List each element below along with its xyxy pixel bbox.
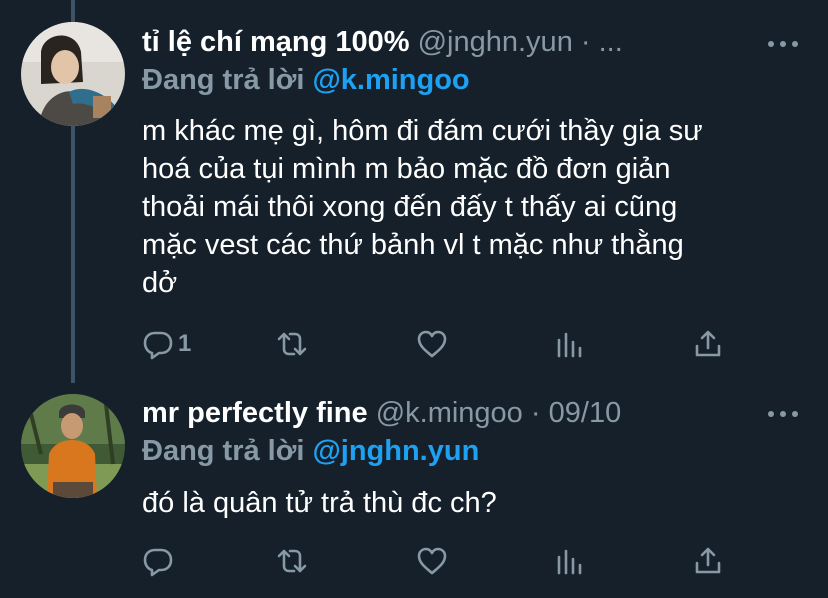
replying-to-label: Đang trả lời: [142, 435, 305, 467]
analytics-icon: [557, 332, 582, 358]
reply-count: 1: [178, 330, 192, 357]
tweet-text-line: hoá của tụi mình m bảo mặc đồ đơn giản: [142, 153, 671, 185]
separator-dot: ·: [580, 26, 591, 58]
more-options-icon[interactable]: [768, 404, 798, 424]
reply-button[interactable]: [142, 541, 178, 581]
tweet-text-line: mặc vest các thứ bảnh vl t mặc như thằng: [142, 229, 684, 261]
tweet-text: m khác mẹ gì, hôm đi đám cưới thầy gia s…: [142, 112, 802, 302]
retweet-button[interactable]: [276, 541, 308, 581]
user-handle[interactable]: @k.mingoo: [376, 397, 523, 429]
timestamp[interactable]: 09/10: [549, 397, 622, 429]
like-icon: [417, 547, 447, 575]
tweet-text-line: đó là quân tử trả thù đc ch?: [142, 487, 497, 519]
timestamp[interactable]: ...: [599, 26, 623, 58]
analytics-icon: [557, 549, 582, 575]
like-icon: [417, 330, 447, 358]
more-options-icon[interactable]: [768, 34, 798, 54]
reply-icon: [143, 548, 173, 577]
display-name[interactable]: tỉ lệ chí mạng 100%: [142, 26, 410, 58]
tweet-actions: [0, 541, 828, 581]
replying-to-handle[interactable]: @jnghn.yun: [312, 435, 479, 467]
retweet-button[interactable]: [276, 324, 308, 364]
user-handle[interactable]: @jnghn.yun: [418, 26, 573, 58]
replying-to-handle[interactable]: @k.mingoo: [312, 64, 469, 96]
tweet-text: đó là quân tử trả thù đc ch?: [142, 484, 802, 522]
tweet-text-line: m khác mẹ gì, hôm đi đám cưới thầy gia s…: [142, 115, 703, 147]
avatar[interactable]: [21, 22, 125, 126]
like-button[interactable]: [416, 541, 448, 581]
share-button[interactable]: [692, 324, 724, 364]
analytics-button[interactable]: [554, 541, 586, 581]
avatar-image: [21, 22, 125, 126]
separator-dot: ·: [530, 397, 541, 429]
analytics-button[interactable]: [554, 324, 586, 364]
share-icon: [695, 547, 721, 574]
retweet-icon: [277, 332, 307, 356]
replying-to: Đang trả lời @k.mingoo: [142, 62, 470, 98]
tweet-actions: 1: [0, 324, 828, 364]
avatar-image: [21, 394, 125, 498]
retweet-icon: [277, 549, 307, 573]
like-button[interactable]: [416, 324, 448, 364]
reply-icon: [143, 331, 173, 360]
tweet[interactable]: mr perfectly fine @k.mingoo · 09/10 Đang…: [0, 383, 828, 598]
tweet-text-line: dở: [142, 267, 178, 299]
replying-to-label: Đang trả lời: [142, 64, 305, 96]
tweet[interactable]: tỉ lệ chí mạng 100% @jnghn.yun · ... Đan…: [0, 0, 828, 383]
avatar[interactable]: [21, 394, 125, 498]
display-name[interactable]: mr perfectly fine: [142, 397, 368, 429]
share-button[interactable]: [692, 541, 724, 581]
tweet-header: tỉ lệ chí mạng 100% @jnghn.yun · ...: [142, 24, 623, 60]
replying-to: Đang trả lời @jnghn.yun: [142, 433, 479, 469]
tweet-text-line: thoải mái thôi xong đến đấy t thấy ai cũ…: [142, 191, 678, 223]
tweet-header: mr perfectly fine @k.mingoo · 09/10: [142, 395, 621, 431]
reply-button[interactable]: 1: [142, 324, 191, 364]
share-icon: [695, 330, 721, 357]
